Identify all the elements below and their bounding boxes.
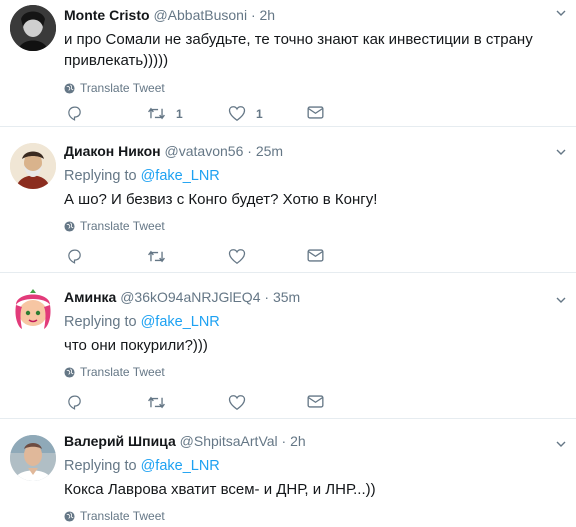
display-name[interactable]: Аминка <box>64 289 116 305</box>
replying-to: Replying to @fake_LNR <box>64 456 556 476</box>
display-name[interactable]: Диакон Никон <box>64 143 161 159</box>
globe-icon <box>64 220 75 232</box>
tweet-text: что они покурили?))) <box>64 337 208 354</box>
avatar[interactable] <box>10 143 56 189</box>
translate-tweet-link[interactable]: Translate Tweet <box>64 364 556 380</box>
tweet-text: А шо? И безвиз с Конго будет? Хотю в Кон… <box>64 191 378 208</box>
direct-message-button[interactable] <box>307 394 324 409</box>
replying-to-handle[interactable]: @fake_LNR <box>141 168 220 184</box>
tweet-header: Аминка @36kO94aNRJGlEQ4 · 35m <box>64 287 556 307</box>
reply-button[interactable] <box>66 248 83 265</box>
user-handle[interactable]: @36kO94aNRJGlEQ4 <box>120 289 260 305</box>
translate-tweet-link[interactable]: Translate Tweet <box>64 508 556 524</box>
heart-icon <box>228 395 246 411</box>
timestamp[interactable]: 35m <box>273 289 300 305</box>
retweet-button[interactable] <box>147 394 166 411</box>
retweet-icon <box>148 107 165 120</box>
separator-dot: · <box>247 143 252 159</box>
envelope-icon <box>307 106 324 119</box>
replying-to: Replying to @fake_LNR <box>64 312 556 332</box>
translate-label: Translate Tweet <box>80 219 165 233</box>
replying-to-label: Replying to <box>64 314 137 330</box>
envelope-icon <box>307 249 324 262</box>
reply-icon <box>68 106 81 121</box>
user-handle[interactable]: @ShpitsaArtVal <box>180 433 278 449</box>
replying-to-label: Replying to <box>64 168 137 184</box>
user-handle[interactable]: @AbbatBusoni <box>153 7 247 23</box>
tweet[interactable]: Диакон Никон @vatavon56 · 25m Replying t… <box>0 127 576 273</box>
reply-button[interactable] <box>66 394 83 411</box>
globe-icon <box>64 82 75 94</box>
tweet-text: и про Сомали не забудьте, те точно знают… <box>64 31 533 69</box>
chevron-down-icon[interactable] <box>556 439 566 449</box>
like-button[interactable] <box>228 394 246 411</box>
like-count: 1 <box>256 106 263 121</box>
tweet-actions <box>66 394 366 414</box>
reply-icon <box>68 249 81 264</box>
globe-icon <box>64 510 75 522</box>
tweet[interactable]: Monte Cristo @AbbatBusoni · 2h и про Сом… <box>0 0 576 127</box>
retweet-icon <box>148 396 165 409</box>
retweet-count: 1 <box>176 106 183 121</box>
translate-label: Translate Tweet <box>80 81 165 95</box>
direct-message-button[interactable] <box>307 248 324 263</box>
heart-icon <box>228 106 246 122</box>
tweet-actions <box>66 248 366 268</box>
replying-to-label: Replying to <box>64 458 137 474</box>
tweet-header: Диакон Никон @vatavon56 · 25m <box>64 141 556 161</box>
tweet-header: Валерий Шпица @ShpitsaArtVal · 2h <box>64 431 556 451</box>
reply-icon <box>68 395 81 410</box>
display-name[interactable]: Валерий Шпица <box>64 433 176 449</box>
chevron-down-icon[interactable] <box>556 295 566 305</box>
reply-button[interactable] <box>66 105 83 122</box>
retweet-button[interactable] <box>147 248 166 265</box>
tweet-text: Кокса Лаврова хватит всем- и ДНР, и ЛНР.… <box>64 481 376 498</box>
tweet[interactable]: Аминка @36kO94aNRJGlEQ4 · 35m Replying t… <box>0 273 576 419</box>
chevron-down-icon[interactable] <box>556 147 566 157</box>
chevron-down-icon[interactable] <box>556 8 566 18</box>
heart-icon <box>228 249 246 265</box>
translate-label: Translate Tweet <box>80 509 165 523</box>
envelope-icon <box>307 395 324 408</box>
like-button[interactable] <box>228 248 246 265</box>
avatar[interactable] <box>10 435 56 481</box>
translate-label: Translate Tweet <box>80 365 165 379</box>
direct-message-button[interactable] <box>307 105 324 120</box>
replying-to-handle[interactable]: @fake_LNR <box>141 458 220 474</box>
avatar[interactable] <box>10 287 56 333</box>
tweet[interactable]: Валерий Шпица @ShpitsaArtVal · 2h Replyi… <box>0 419 576 527</box>
tweet-actions: 1 1 <box>66 105 366 125</box>
replying-to-handle[interactable]: @fake_LNR <box>141 314 220 330</box>
globe-icon <box>64 366 75 378</box>
display-name[interactable]: Monte Cristo <box>64 7 150 23</box>
translate-tweet-link[interactable]: Translate Tweet <box>64 218 556 234</box>
user-handle[interactable]: @vatavon56 <box>165 143 244 159</box>
separator-dot: · <box>281 433 287 449</box>
retweet-icon <box>148 250 165 263</box>
tweet-header: Monte Cristo @AbbatBusoni · 2h <box>64 5 556 25</box>
translate-tweet-link[interactable]: Translate Tweet <box>64 80 556 96</box>
tweet-feed: Monte Cristo @AbbatBusoni · 2h и про Сом… <box>0 0 576 527</box>
retweet-button[interactable]: 1 <box>147 105 183 122</box>
avatar[interactable] <box>10 5 56 51</box>
timestamp[interactable]: 2h <box>290 433 306 449</box>
separator-dot: · <box>250 7 256 23</box>
replying-to: Replying to @fake_LNR <box>64 166 556 186</box>
timestamp[interactable]: 25m <box>256 143 283 159</box>
separator-dot: · <box>264 289 270 305</box>
timestamp[interactable]: 2h <box>260 7 276 23</box>
like-button[interactable]: 1 <box>228 105 263 122</box>
